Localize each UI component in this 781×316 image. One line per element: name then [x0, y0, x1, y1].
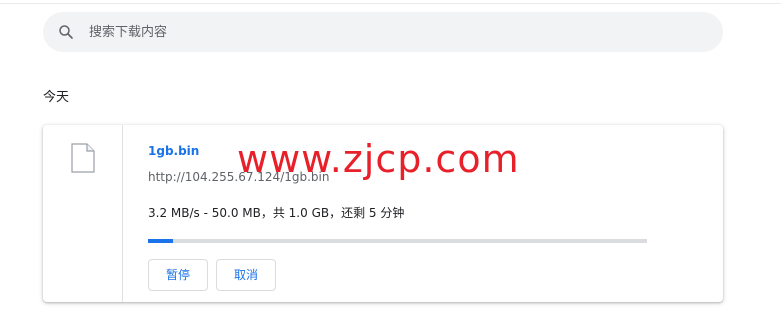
download-status: 3.2 MB/s - 50.0 MB，共 1.0 GB，还剩 5 分钟: [148, 206, 405, 220]
progress-bar-fill: [148, 239, 173, 243]
search-icon: [59, 25, 73, 39]
date-heading: 今天: [43, 90, 70, 105]
file-icon: [71, 143, 95, 173]
downloads-page: 今天 1gb.bin http://104.255.67.124/1gb.bin…: [0, 0, 781, 316]
cancel-button[interactable]: 取消: [216, 259, 276, 291]
search-bar[interactable]: [43, 12, 723, 52]
progress-bar: [148, 239, 647, 243]
search-input[interactable]: [89, 12, 689, 52]
file-name-link[interactable]: 1gb.bin: [148, 143, 199, 159]
download-item-card: 1gb.bin http://104.255.67.124/1gb.bin 3.…: [43, 125, 723, 302]
file-icon-column: [43, 125, 123, 302]
download-details: 1gb.bin http://104.255.67.124/1gb.bin 3.…: [148, 125, 708, 302]
pause-button[interactable]: 暂停: [148, 259, 208, 291]
source-url[interactable]: http://104.255.67.124/1gb.bin: [148, 169, 329, 185]
top-divider: [0, 3, 781, 4]
